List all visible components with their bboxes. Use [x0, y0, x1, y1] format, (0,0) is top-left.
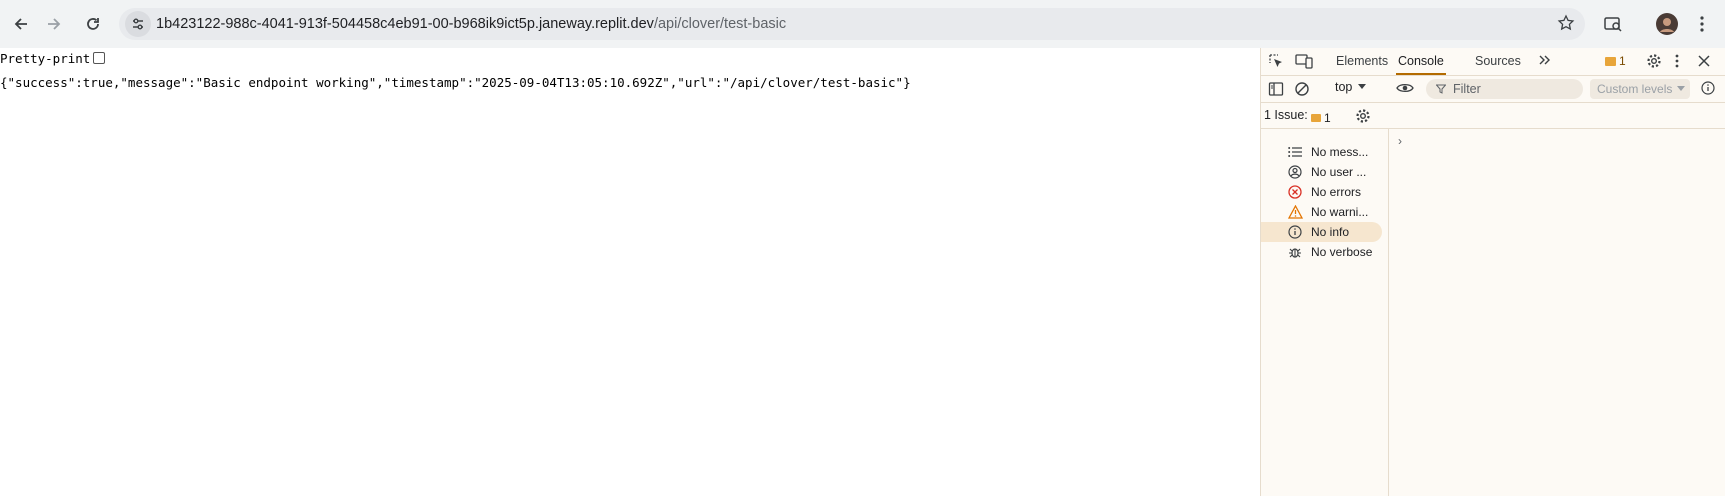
info-icon[interactable] [1701, 81, 1715, 95]
log-levels-label: Custom levels [1597, 82, 1673, 96]
live-expression-eye-icon[interactable] [1396, 80, 1414, 96]
close-icon[interactable] [1697, 54, 1711, 68]
context-selector[interactable]: top [1335, 80, 1367, 94]
console-prompt-chevron-icon[interactable]: › [1398, 134, 1402, 148]
page-content: Pretty-print {"success":true,"message":"… [0, 48, 1260, 496]
reload-button[interactable] [78, 9, 108, 39]
info-icon [1287, 224, 1303, 240]
log-levels-dropdown[interactable]: Custom levels [1590, 79, 1690, 99]
sidebar-item-warnings[interactable]: No warni... [1261, 202, 1382, 222]
sidebar-item-label: No info [1311, 225, 1350, 239]
clear-console-icon[interactable] [1294, 81, 1310, 97]
pretty-print-label: Pretty-print [0, 50, 91, 66]
inspect-element-icon[interactable] [1268, 53, 1284, 69]
issues-count: 1 [1324, 111, 1331, 125]
more-tabs-chevron-icon[interactable] [1538, 53, 1552, 67]
message-icon [1605, 56, 1616, 66]
console-toolbar: top Filter Custom levels [1261, 76, 1725, 103]
sidebar-item-verbose[interactable]: No verbose [1261, 242, 1382, 262]
devtools-tabbar: Elements Console Sources 1 [1261, 48, 1725, 76]
tab-sources[interactable]: Sources [1475, 48, 1521, 75]
tab-search-icon [1604, 17, 1622, 32]
sidebar-item-label: No mess... [1311, 145, 1369, 159]
tab-elements[interactable]: Elements [1336, 48, 1388, 75]
issues-badge-count: 1 [1619, 54, 1626, 68]
arrow-left-icon [14, 18, 27, 30]
console-sidebar: No mess... No user ... No errors No warn… [1261, 128, 1389, 496]
sidebar-item-label: No warni... [1311, 205, 1369, 219]
pretty-print-checkbox[interactable] [93, 52, 106, 64]
address-bar[interactable]: 1b423122-988c-4041-913f-504458c4eb91-00-… [119, 8, 1585, 40]
cast-search-button[interactable] [1598, 9, 1628, 39]
console-settings-gear-icon[interactable] [1355, 108, 1371, 124]
caret-down-icon [1358, 84, 1367, 89]
warning-icon [1287, 204, 1303, 220]
message-icon [1311, 114, 1321, 122]
chrome-menu-button[interactable] [1687, 9, 1717, 39]
sidebar-item-messages[interactable]: No mess... [1261, 142, 1382, 162]
context-label: top [1335, 80, 1353, 94]
sidebar-item-user-messages[interactable]: No user ... [1261, 162, 1382, 182]
bug-icon [1287, 244, 1303, 260]
back-button[interactable] [6, 9, 36, 39]
sidebar-toggle-icon[interactable] [1268, 81, 1284, 97]
caret-down-icon [1677, 86, 1685, 91]
forward-button[interactable] [39, 9, 69, 39]
issues-bar: 1 Issue: 1 [1261, 103, 1725, 129]
filter-input[interactable]: Filter [1426, 79, 1583, 99]
more-vert-icon [1700, 16, 1704, 32]
url-host: 1b423122-988c-4041-913f-504458c4eb91-00-… [156, 16, 654, 32]
filter-icon [1436, 84, 1446, 94]
sidebar-item-errors[interactable]: No errors [1261, 182, 1382, 202]
error-icon [1287, 184, 1303, 200]
user-icon [1287, 164, 1303, 180]
bookmark-star-icon[interactable] [1557, 14, 1575, 32]
profile-avatar[interactable] [1652, 9, 1682, 39]
sidebar-item-info[interactable]: No info [1261, 222, 1382, 242]
arrow-right-icon [48, 18, 61, 30]
devtools-panel: Elements Console Sources 1 top Filter Cu… [1260, 48, 1725, 496]
sidebar-item-label: No verbose [1311, 245, 1373, 259]
tab-console[interactable]: Console [1396, 48, 1446, 75]
settings-gear-icon[interactable] [1646, 53, 1662, 69]
sidebar-item-label: No user ... [1311, 165, 1367, 179]
sidebar-item-label: No errors [1311, 185, 1362, 199]
avatar-icon [1656, 13, 1678, 35]
pretty-print-control[interactable]: Pretty-print [0, 48, 106, 68]
devtools-menu-icon[interactable] [1675, 53, 1679, 69]
filter-placeholder: Filter [1453, 82, 1481, 96]
issues-label: 1 Issue: [1264, 108, 1308, 122]
reload-icon [87, 18, 99, 30]
issues-badge[interactable]: 1 [1605, 54, 1626, 68]
url-path: /api/clover/test-basic [653, 16, 787, 32]
issues-count-link[interactable]: 1 [1311, 111, 1331, 125]
site-info-button[interactable] [125, 11, 151, 37]
json-response: {"success":true,"message":"Basic endpoin… [0, 75, 911, 90]
url-text[interactable]: 1b423122-988c-4041-913f-504458c4eb91-00-… [156, 8, 786, 40]
device-toolbar-icon[interactable] [1295, 53, 1313, 69]
browser-toolbar: 1b423122-988c-4041-913f-504458c4eb91-00-… [0, 0, 1725, 48]
tune-icon [133, 18, 143, 30]
list-icon [1287, 144, 1303, 160]
